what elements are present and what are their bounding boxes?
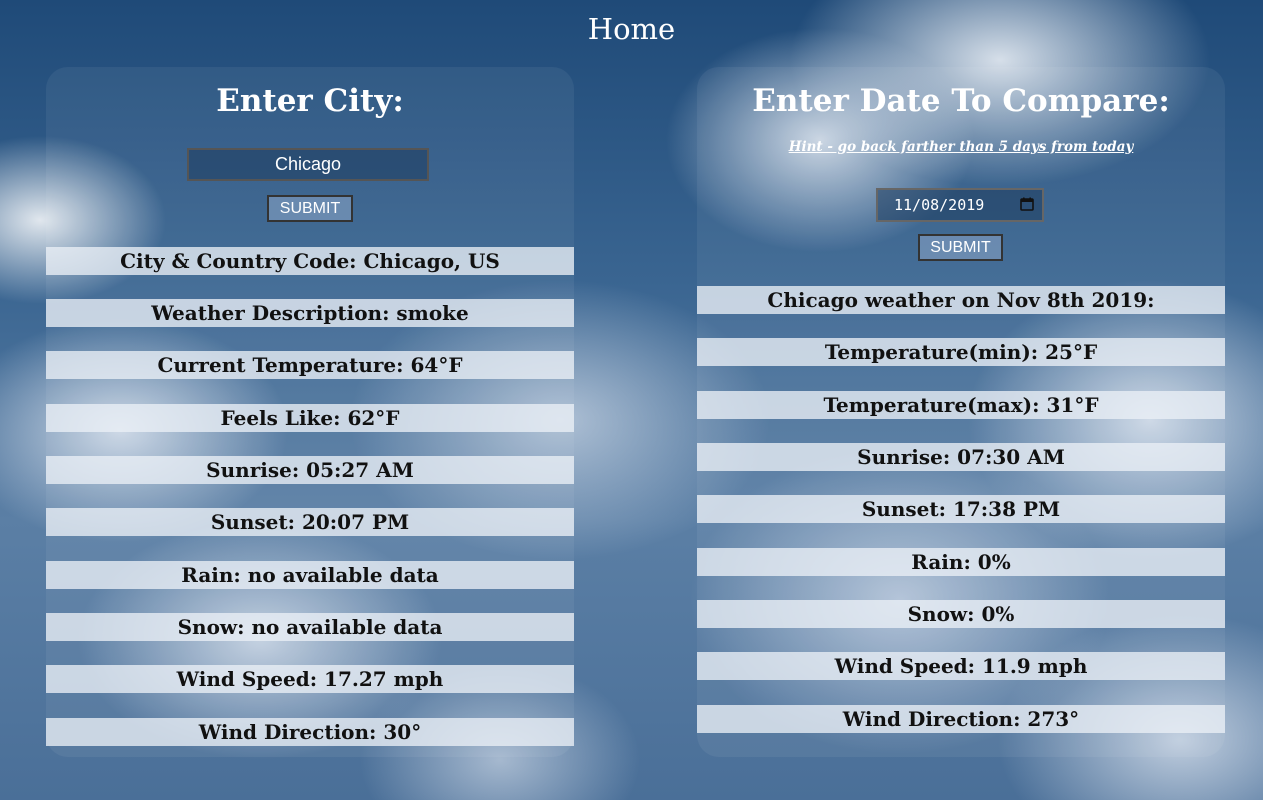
compare-row-temp-max: Temperature(max): 31°F [697, 391, 1225, 419]
date-input-value: 11/08/2019 [894, 196, 985, 214]
compare-row-rain: Rain: 0% [697, 548, 1225, 576]
current-row-city: City & Country Code: Chicago, US [46, 247, 574, 275]
current-row-rain: Rain: no available data [46, 561, 574, 589]
compare-row-wind-direction: Wind Direction: 273° [697, 705, 1225, 733]
current-row-wind-speed: Wind Speed: 17.27 mph [46, 665, 574, 693]
current-row-sunset: Sunset: 20:07 PM [46, 508, 574, 536]
current-row-snow: Snow: no available data [46, 613, 574, 641]
date-hint: Hint - go back farther than 5 days from … [788, 139, 1134, 155]
compare-row-header: Chicago weather on Nov 8th 2019: [697, 286, 1225, 314]
current-row-wind-direction: Wind Direction: 30° [46, 718, 574, 746]
current-row-temperature: Current Temperature: 64°F [46, 351, 574, 379]
compare-row-temp-min: Temperature(min): 25°F [697, 338, 1225, 366]
current-weather-panel: Enter City: SUBMIT City & Country Code: … [46, 67, 574, 757]
compare-row-sunset: Sunset: 17:38 PM [697, 495, 1225, 523]
compare-row-snow: Snow: 0% [697, 600, 1225, 628]
compare-weather-panel: Enter Date To Compare: Hint - go back fa… [697, 67, 1225, 757]
current-row-sunrise: Sunrise: 05:27 AM [46, 456, 574, 484]
enter-date-heading: Enter Date To Compare: [752, 83, 1170, 119]
date-input[interactable]: 11/08/2019 [876, 188, 1044, 222]
page-title: Home [587, 12, 676, 46]
enter-city-heading: Enter City: [216, 83, 404, 119]
compare-row-wind-speed: Wind Speed: 11.9 mph [697, 652, 1225, 680]
calendar-icon[interactable] [1020, 197, 1034, 211]
date-submit-button[interactable]: SUBMIT [918, 234, 1003, 261]
current-row-feels-like: Feels Like: 62°F [46, 404, 574, 432]
city-input[interactable] [187, 148, 429, 181]
compare-row-sunrise: Sunrise: 07:30 AM [697, 443, 1225, 471]
city-submit-button[interactable]: SUBMIT [267, 195, 353, 222]
current-row-description: Weather Description: smoke [46, 299, 574, 327]
